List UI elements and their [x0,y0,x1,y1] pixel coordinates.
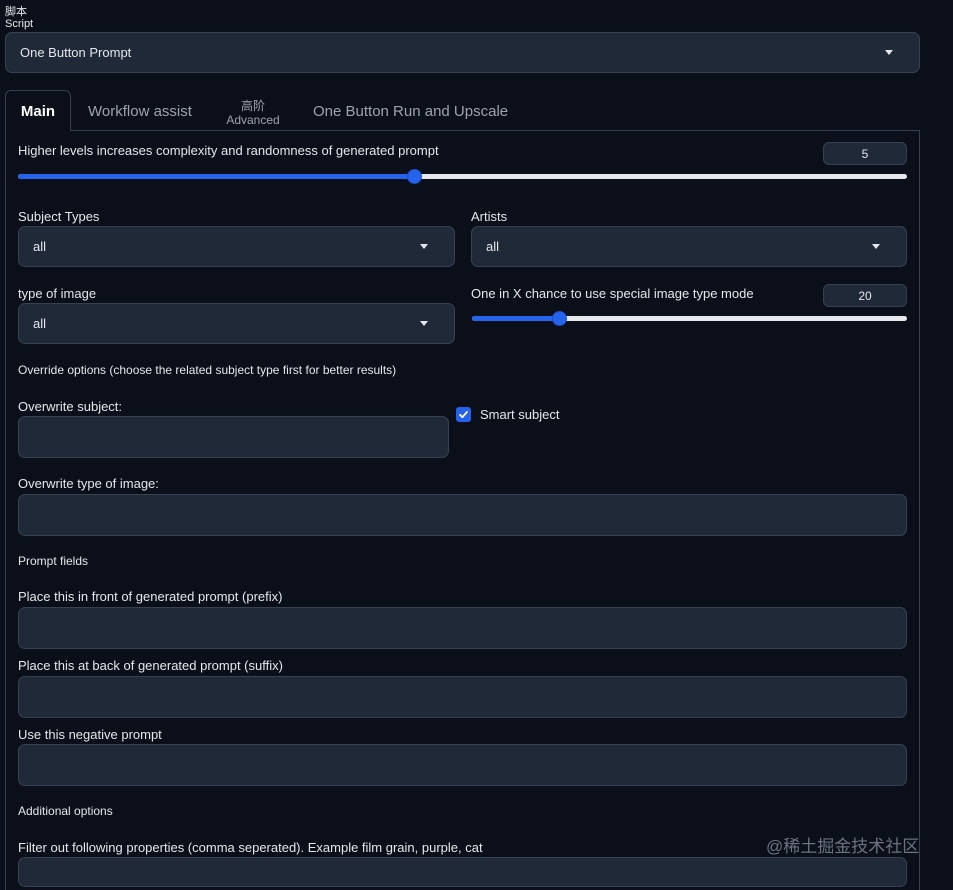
script-label-en: Script [5,18,34,30]
artists-label: Artists [471,209,508,224]
overwrite-type-label: Overwrite type of image: [18,476,159,491]
overwrite-type-input[interactable] [18,494,907,536]
additional-options-heading: Additional options [18,804,113,818]
tabs-divider [70,130,920,131]
chevron-down-icon [420,321,428,326]
tab-advanced-en: Advanced [226,113,280,127]
complexity-value: 5 [861,146,869,161]
script-label-cn: 脚本 [5,6,27,18]
checkmark-icon [459,411,468,419]
overwrite-subject-label: Overwrite subject: [18,399,123,414]
tab-workflow-assist[interactable]: Workflow assist [88,103,192,120]
suffix-label: Place this at back of generated prompt (… [18,658,283,673]
prompt-fields-heading: Prompt fields [18,554,89,568]
subject-types-dropdown[interactable]: all [18,226,455,267]
smart-subject-checkbox-row[interactable]: Smart subject [456,407,559,422]
script-dropdown-value: One Button Prompt [20,45,132,60]
override-heading: Override options (choose the related sub… [18,363,397,377]
script-label: 脚本 Script [5,6,33,30]
artists-value: all [486,239,500,254]
complexity-label: Higher levels increases complexity and r… [18,143,439,158]
negative-prompt-input[interactable] [18,744,907,786]
image-type-label: type of image [18,286,97,301]
chevron-down-icon [872,244,880,249]
special-mode-slider-fill [472,316,559,321]
special-mode-value: 20 [858,288,872,303]
chevron-down-icon [885,50,893,55]
filter-input[interactable] [18,857,907,887]
special-mode-number-input[interactable]: 20 [823,284,907,307]
negative-prompt-label: Use this negative prompt [18,727,162,742]
tab-advanced-cn: 高阶 [240,99,265,113]
smart-subject-checkbox[interactable] [456,407,471,422]
complexity-slider-thumb[interactable] [407,169,422,184]
overwrite-subject-input[interactable] [18,416,449,458]
chevron-down-icon [420,244,428,249]
image-type-dropdown[interactable]: all [18,303,455,344]
script-dropdown[interactable]: One Button Prompt [5,32,920,73]
complexity-number-input[interactable]: 5 [823,142,907,165]
suffix-input[interactable] [18,676,907,718]
tab-run-upscale[interactable]: One Button Run and Upscale [313,103,508,120]
filter-label: Filter out following properties (comma s… [18,840,483,855]
tab-advanced[interactable]: 高阶 Advanced [224,99,282,127]
image-type-value: all [33,316,47,331]
prefix-label: Place this in front of generated prompt … [18,589,283,604]
complexity-slider[interactable] [18,169,907,184]
complexity-slider-fill [18,174,414,179]
tab-main[interactable]: Main [5,90,71,131]
watermark: @稀土掘金技术社区 [766,837,920,856]
smart-subject-label: Smart subject [480,407,560,422]
tab-main-label: Main [20,102,56,120]
artists-dropdown[interactable]: all [471,226,907,267]
special-mode-label: One in X chance to use special image typ… [471,286,754,301]
subject-types-label: Subject Types [18,209,100,224]
special-mode-slider-thumb[interactable] [552,311,567,326]
subject-types-value: all [33,239,47,254]
prefix-input[interactable] [18,607,907,649]
special-mode-slider[interactable] [472,311,907,326]
